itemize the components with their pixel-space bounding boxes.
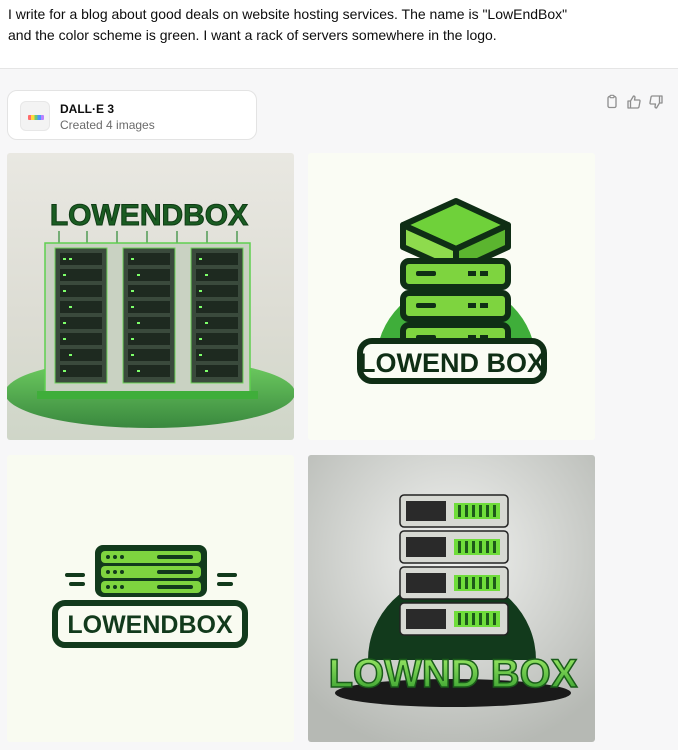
user-prompt-text: I write for a blog about good deals on w… bbox=[8, 4, 648, 46]
image-4-logo-text: LOWND BOX bbox=[329, 652, 578, 696]
image-3-logo-text: LOWENDBOX bbox=[67, 611, 233, 639]
generated-image-4[interactable]: LOWND BOX bbox=[308, 455, 595, 742]
tool-name: DALL·E 3 bbox=[60, 102, 114, 116]
thumbs-down-icon[interactable] bbox=[648, 94, 664, 110]
user-prompt-message: I write for a blog about good deals on w… bbox=[0, 0, 678, 69]
dalle-logo-icon bbox=[20, 101, 50, 131]
prompt-line-1: I write for a blog about good deals on w… bbox=[8, 6, 568, 22]
copy-icon[interactable] bbox=[604, 94, 620, 110]
generated-image-3[interactable]: LOWENDBOX bbox=[7, 455, 294, 742]
image-2-logo-text: LOWEND BOX bbox=[359, 348, 545, 378]
dalle-tool-card[interactable]: DALL·E 3 Created 4 images bbox=[7, 90, 257, 140]
tool-status: Created 4 images bbox=[60, 118, 155, 132]
generated-image-1[interactable]: LOWENDBOX bbox=[7, 153, 294, 440]
thumbs-up-icon[interactable] bbox=[626, 94, 642, 110]
prompt-line-2: and the color scheme is green. I want a … bbox=[8, 27, 497, 43]
image-1-logo-text: LOWENDBOX bbox=[50, 199, 248, 232]
message-actions bbox=[604, 94, 664, 110]
generated-image-2[interactable]: LOWEND BOX bbox=[308, 153, 595, 440]
